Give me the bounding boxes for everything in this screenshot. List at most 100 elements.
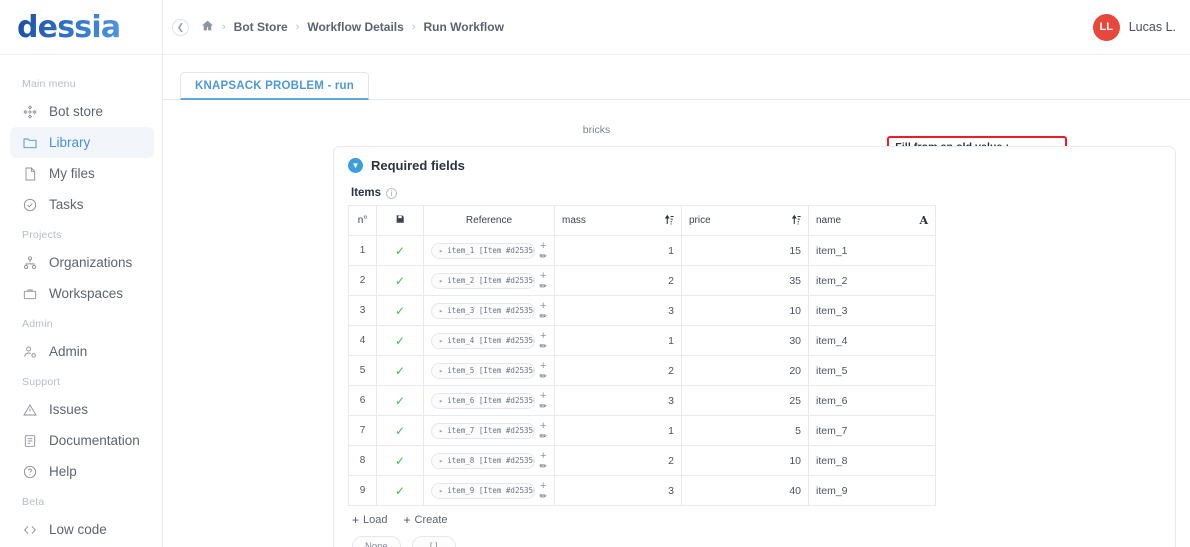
add-reference-icon[interactable]: +	[540, 300, 546, 312]
cell-status[interactable]: ✓	[376, 235, 424, 266]
cell-mass[interactable]: 1	[554, 415, 682, 446]
column-header-name[interactable]: name A	[808, 205, 936, 236]
edit-pencil-icon[interactable]: ✏	[539, 401, 547, 411]
cell-mass[interactable]: 3	[554, 295, 682, 326]
cell-mass[interactable]: 1	[554, 325, 682, 356]
cell-name[interactable]: item_3	[808, 295, 936, 326]
add-reference-icon[interactable]: +	[540, 270, 546, 282]
value-pill[interactable]: None	[352, 536, 401, 547]
reference-chip[interactable]: ▸ item_5 [Item #d2535c]	[431, 362, 536, 379]
cell-name[interactable]: item_6	[808, 385, 936, 416]
tab-knapsack-problem-run[interactable]: KNAPSACK PROBLEM - run	[180, 72, 370, 100]
edit-pencil-icon[interactable]: ✏	[539, 461, 547, 471]
cell-status[interactable]: ✓	[376, 265, 424, 296]
sidebar-item-organizations[interactable]: Organizations	[10, 247, 154, 278]
table-row[interactable]: 1 ✓ ▸ item_1 [Item #d2535c] + ✏ 1 15 item_1	[348, 235, 936, 266]
table-row[interactable]: 7 ✓ ▸ item_7 [Item #d2535c] + ✏ 1 5 item_7	[348, 415, 936, 446]
sidebar-item-issues[interactable]: Issues	[10, 394, 154, 425]
sidebar-item-documentation[interactable]: Documentation	[10, 425, 154, 456]
cell-price[interactable]: 15	[681, 235, 809, 266]
action-create-button[interactable]: + Create	[404, 513, 448, 527]
table-row[interactable]: 3 ✓ ▸ item_3 [Item #d2535c] + ✏ 3 10 item_3	[348, 295, 936, 326]
edit-pencil-icon[interactable]: ✏	[539, 371, 547, 381]
sidebar-collapse-button[interactable]: ❮	[172, 18, 189, 36]
cell-price[interactable]: 35	[681, 265, 809, 296]
cell-price[interactable]: 25	[681, 385, 809, 416]
cell-mass[interactable]: 2	[554, 265, 682, 296]
edit-pencil-icon[interactable]: ✏	[539, 311, 547, 321]
cell-name[interactable]: item_4	[808, 325, 936, 356]
cell-status[interactable]: ✓	[376, 385, 424, 416]
column-header-mass[interactable]: mass	[554, 205, 682, 236]
cell-name[interactable]: item_7	[808, 415, 936, 446]
add-reference-icon[interactable]: +	[540, 420, 546, 432]
sidebar-item-library[interactable]: Library	[10, 127, 154, 158]
edit-pencil-icon[interactable]: ✏	[539, 251, 547, 261]
breadcrumb-item-workflow-details[interactable]: Workflow Details	[307, 20, 403, 34]
table-row[interactable]: 4 ✓ ▸ item_4 [Item #d2535c] + ✏ 1 30 item_4	[348, 325, 936, 356]
add-reference-icon[interactable]: +	[540, 390, 546, 402]
reference-chip[interactable]: ▸ item_4 [Item #d2535c]	[431, 332, 536, 349]
collapse-section-icon[interactable]: ▼	[348, 158, 363, 173]
reference-chip[interactable]: ▸ item_8 [Item #d2535c]	[431, 452, 536, 469]
edit-pencil-icon[interactable]: ✏	[539, 281, 547, 291]
table-row[interactable]: 2 ✓ ▸ item_2 [Item #d2535c] + ✏ 2 35 item_2	[348, 265, 936, 296]
cell-mass[interactable]: 3	[554, 385, 682, 416]
sidebar-item-help[interactable]: Help	[10, 456, 154, 487]
cell-name[interactable]: item_1	[808, 235, 936, 266]
sidebar-item-tasks[interactable]: Tasks	[10, 189, 154, 220]
cell-price[interactable]: 20	[681, 355, 809, 386]
table-row[interactable]: 5 ✓ ▸ item_5 [Item #d2535c] + ✏ 2 20 item_5	[348, 355, 936, 386]
breadcrumb-item-bot-store[interactable]: Bot Store	[234, 20, 288, 34]
cell-mass[interactable]: 2	[554, 445, 682, 476]
edit-pencil-icon[interactable]: ✏	[539, 491, 547, 501]
table-row[interactable]: 9 ✓ ▸ item_9 [Item #d2535c] + ✏ 3 40 item_9	[348, 475, 936, 506]
cell-name[interactable]: item_5	[808, 355, 936, 386]
add-reference-icon[interactable]: +	[540, 240, 546, 252]
cell-status[interactable]: ✓	[376, 445, 424, 476]
column-header-reference[interactable]: Reference	[423, 205, 555, 236]
add-reference-icon[interactable]: +	[540, 480, 546, 492]
add-reference-icon[interactable]: +	[540, 360, 546, 372]
cell-price[interactable]: 40	[681, 475, 809, 506]
sort-icon[interactable]	[664, 214, 674, 228]
cell-name[interactable]: item_9	[808, 475, 936, 506]
sort-icon[interactable]	[791, 214, 801, 228]
add-reference-icon[interactable]: +	[540, 450, 546, 462]
reference-chip[interactable]: ▸ item_6 [Item #d2535c]	[431, 392, 536, 409]
cell-name[interactable]: item_8	[808, 445, 936, 476]
sidebar-item-my-files[interactable]: My files	[10, 158, 154, 189]
cell-price[interactable]: 30	[681, 325, 809, 356]
cell-status[interactable]: ✓	[376, 295, 424, 326]
cell-name[interactable]: item_2	[808, 265, 936, 296]
sidebar-item-low-code[interactable]: Low code	[10, 514, 154, 545]
column-header-price[interactable]: price	[681, 205, 809, 236]
cell-price[interactable]: 10	[681, 445, 809, 476]
column-header-lock[interactable]	[376, 205, 424, 236]
reference-chip[interactable]: ▸ item_7 [Item #d2535c]	[431, 422, 536, 439]
user-menu[interactable]: LL Lucas L.	[1092, 13, 1176, 41]
edit-pencil-icon[interactable]: ✏	[539, 341, 547, 351]
sidebar-item-bot-store[interactable]: Bot store	[10, 96, 154, 127]
reference-chip[interactable]: ▸ item_3 [Item #d2535c]	[431, 302, 536, 319]
cell-status[interactable]: ✓	[376, 475, 424, 506]
cell-status[interactable]: ✓	[376, 355, 424, 386]
reference-chip[interactable]: ▸ item_2 [Item #d2535c]	[431, 272, 536, 289]
column-header-number[interactable]: n°	[348, 205, 377, 236]
sidebar-item-admin[interactable]: Admin	[10, 336, 154, 367]
cell-price[interactable]: 10	[681, 295, 809, 326]
table-row[interactable]: 6 ✓ ▸ item_6 [Item #d2535c] + ✏ 3 25 item_6	[348, 385, 936, 416]
action-load-button[interactable]: + Load	[352, 513, 388, 527]
reference-chip[interactable]: ▸ item_1 [Item #d2535c]	[431, 242, 536, 259]
value-pill[interactable]: [ ]	[411, 536, 456, 547]
cell-status[interactable]: ✓	[376, 325, 424, 356]
home-icon[interactable]	[201, 19, 214, 35]
required-fields-header[interactable]: ▼ Required fields	[348, 158, 1161, 173]
dessia-logo[interactable]: dessia	[17, 10, 121, 45]
table-row[interactable]: 8 ✓ ▸ item_8 [Item #d2535c] + ✏ 2 10 item_8	[348, 445, 936, 476]
cell-mass[interactable]: 1	[554, 235, 682, 266]
edit-pencil-icon[interactable]: ✏	[539, 431, 547, 441]
cell-price[interactable]: 5	[681, 415, 809, 446]
cell-mass[interactable]: 3	[554, 475, 682, 506]
text-sort-icon[interactable]: A	[919, 214, 928, 227]
